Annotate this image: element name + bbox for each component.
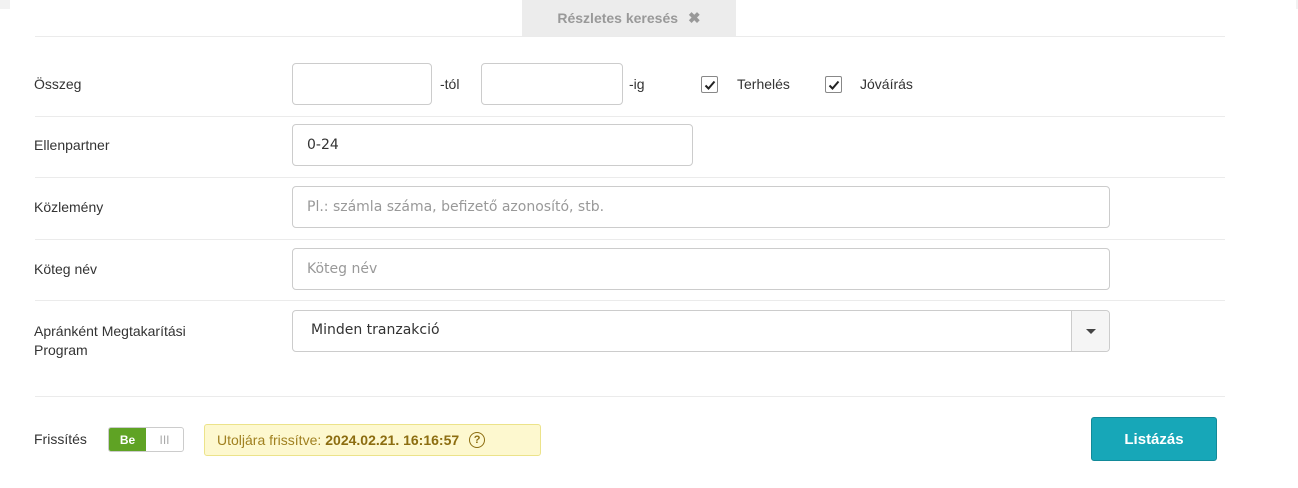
divider: [35, 177, 1225, 178]
dropdown-toggle[interactable]: [1071, 311, 1109, 351]
savings-program-select[interactable]: Minden tranzakció: [292, 310, 1110, 352]
check-icon: [828, 80, 839, 90]
divider: [35, 300, 1225, 301]
refresh-label: Frissítés: [34, 431, 87, 447]
credit-label: Jóváírás: [860, 76, 913, 92]
status-time: 2024.02.21. 16:16:57: [325, 432, 460, 448]
partner-input[interactable]: [292, 124, 693, 166]
savings-label: Apránként Megtakarítási Program: [34, 322, 186, 360]
amount-label: Összeg: [34, 76, 82, 92]
amount-to-input[interactable]: [481, 63, 623, 105]
memo-label: Közlemény: [34, 199, 104, 215]
divider: [35, 396, 1225, 397]
close-icon[interactable]: ✖: [688, 9, 701, 27]
divider: [35, 116, 1225, 117]
help-icon[interactable]: ?: [469, 432, 486, 448]
amount-from-input[interactable]: [292, 63, 432, 105]
memo-input[interactable]: [292, 186, 1110, 228]
debit-label: Terhelés: [737, 76, 790, 92]
savings-selected-value: Minden tranzakció: [311, 322, 440, 338]
tab-label: Részletes keresés: [557, 10, 679, 26]
divider: [35, 239, 1225, 240]
detailed-search-tab[interactable]: Részletes keresés ✖: [522, 0, 736, 36]
amount-from-suffix: -tól: [440, 76, 460, 92]
check-icon: [704, 80, 715, 90]
debit-checkbox[interactable]: [701, 76, 718, 93]
partner-label: Ellenpartner: [34, 137, 110, 153]
batch-label: Köteg név: [34, 261, 98, 277]
divider: [35, 36, 1225, 37]
savings-label-line1: Apránként Megtakarítási: [34, 323, 186, 339]
detailed-search-panel: [10, 0, 1296, 488]
list-button[interactable]: Listázás: [1091, 417, 1217, 461]
status-prefix: Utoljára frissítve:: [217, 432, 322, 448]
amount-to-suffix: -ig: [629, 76, 645, 92]
credit-checkbox[interactable]: [825, 76, 842, 93]
auto-refresh-toggle[interactable]: Be III: [108, 427, 184, 452]
toggle-on-label: Be: [109, 428, 146, 451]
toggle-off-label: III: [159, 432, 170, 447]
savings-label-line2: Program: [34, 342, 88, 358]
chevron-down-icon: [1085, 328, 1096, 334]
batch-name-input[interactable]: [292, 248, 1110, 290]
last-refresh-status: Utoljára frissítve: 2024.02.21. 16:16:57…: [204, 424, 541, 456]
